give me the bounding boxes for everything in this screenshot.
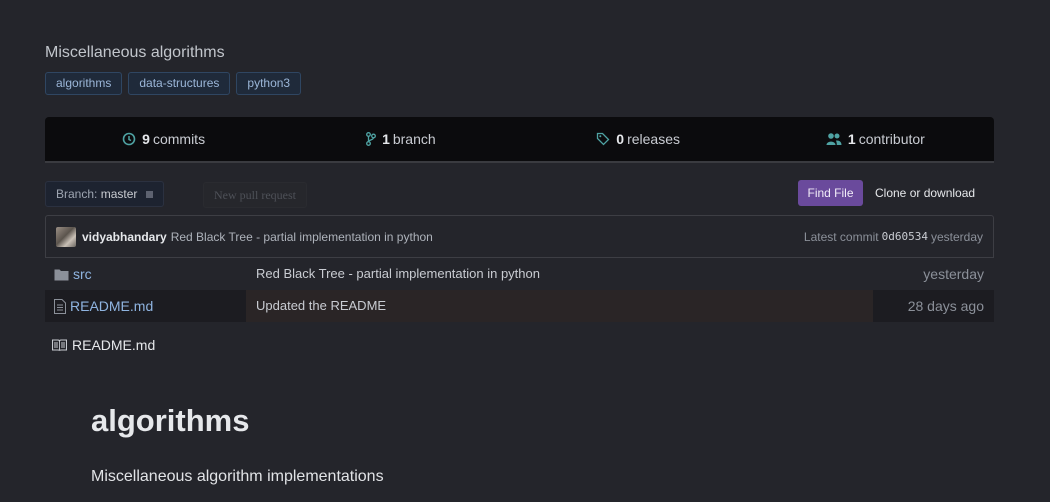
releases-link[interactable]: 0 releases (520, 131, 757, 147)
file-age: 28 days ago (873, 290, 994, 322)
branch-prefix: Branch: (56, 187, 98, 201)
contributors-label: contributor (858, 131, 925, 147)
latest-commit-bar: vidyabhandary Red Black Tree - partial i… (45, 215, 994, 258)
tag-icon (597, 132, 610, 146)
commits-count: 9 (142, 131, 150, 147)
people-icon (826, 133, 842, 145)
file-row: README.md Updated the README 28 days ago (45, 290, 994, 322)
clone-download-button[interactable]: Clone or download (875, 180, 975, 206)
file-row: src Red Black Tree - partial implementat… (45, 258, 994, 290)
commit-message[interactable]: Red Black Tree - partial implementation … (171, 230, 433, 244)
branch-name: master (100, 187, 138, 201)
contributors-link[interactable]: 1 contributor (757, 131, 994, 147)
new-pull-request-button[interactable]: New pull request (203, 182, 307, 208)
file-age: yesterday (923, 266, 984, 282)
book-icon (52, 339, 67, 351)
history-icon (122, 132, 136, 146)
readme-header: README.md (52, 337, 155, 353)
topic-tag[interactable]: algorithms (45, 72, 123, 95)
readme-body: Miscellaneous algorithm implementations (91, 468, 384, 485)
readme-filename: README.md (72, 337, 156, 353)
topic-tag[interactable]: python3 (236, 72, 302, 95)
file-icon (54, 298, 66, 314)
contributors-count: 1 (847, 131, 856, 147)
file-list: src Red Black Tree - partial implementat… (45, 258, 994, 322)
commit-age: yesterday (930, 229, 983, 244)
releases-count: 0 (616, 131, 625, 147)
releases-label: releases (627, 131, 680, 147)
topic-list: algorithms data-structures python3 (45, 72, 302, 95)
branches-label: branch (392, 131, 436, 147)
readme-title: algorithms (91, 403, 250, 438)
file-link-readme[interactable]: README.md (70, 298, 153, 314)
folder-icon (54, 269, 69, 280)
branch-select-button[interactable]: Branch: master (45, 181, 164, 207)
file-commit-message[interactable]: Updated the README (256, 290, 386, 322)
branches-count: 1 (382, 131, 390, 147)
topic-tag[interactable]: data-structures (128, 72, 231, 95)
commits-label: commits (152, 131, 206, 147)
commit-author[interactable]: vidyabhandary (82, 230, 167, 244)
avatar[interactable] (56, 226, 76, 247)
latest-commit-prefix: Latest commit (803, 229, 879, 244)
file-link-src[interactable]: src (73, 266, 92, 282)
commits-link[interactable]: 9 commits (45, 131, 282, 147)
dropdown-caret-icon (145, 191, 153, 199)
file-commit-message[interactable]: Red Black Tree - partial implementation … (256, 258, 540, 290)
commit-sha[interactable]: 0d60534 (882, 230, 928, 243)
find-file-button[interactable]: Find File (798, 180, 863, 206)
file-name-cell: README.md (45, 290, 246, 322)
file-name-cell: src (45, 258, 246, 290)
branches-link[interactable]: 1 branch (282, 131, 519, 147)
branch-icon (366, 132, 377, 146)
file-navigation: Branch: master New pull request Find Fil… (45, 180, 994, 208)
repo-description: Miscellaneous algorithms (45, 44, 225, 61)
repo-summary-bar: 9 commits 1 branch 0 releases 1 contribu… (45, 117, 994, 163)
